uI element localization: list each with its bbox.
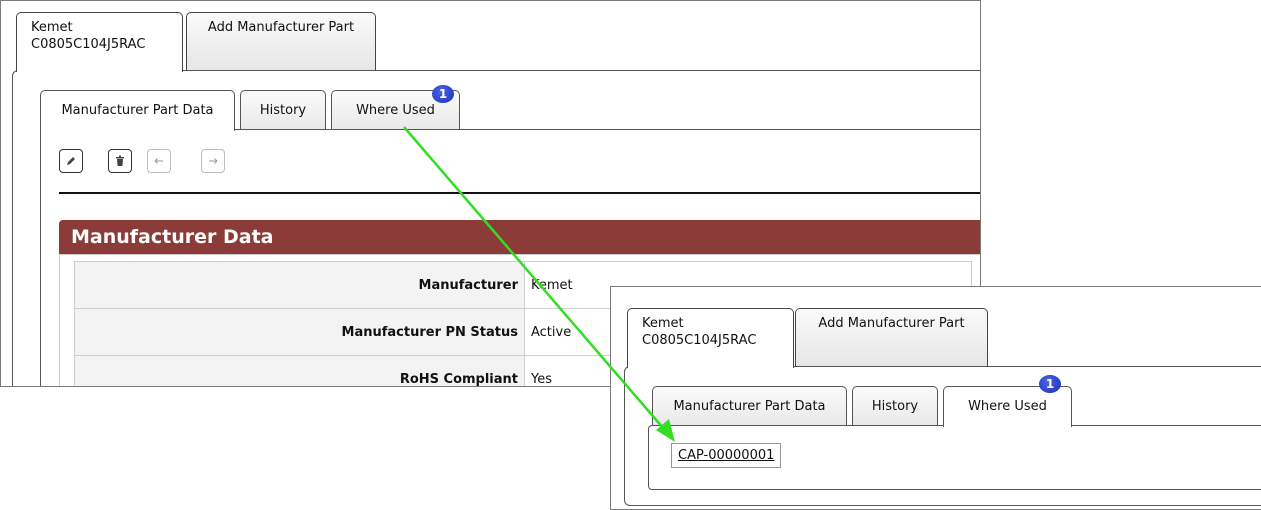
tab-where-used-label: Where Used bbox=[968, 399, 1047, 414]
tab-add-manufacturer-part[interactable]: Add Manufacturer Part bbox=[186, 12, 376, 70]
tab-manufacturer-part-data[interactable]: Manufacturer Part Data bbox=[40, 90, 235, 131]
tab-manufacturer-part-data-label: Manufacturer Part Data bbox=[61, 103, 214, 118]
tab-history-label: History bbox=[259, 103, 307, 118]
where-used-item: CAP-00000001 bbox=[671, 443, 782, 468]
tab-part-manufacturer: Kemet bbox=[31, 20, 73, 35]
tab-history-label: History bbox=[871, 399, 919, 414]
tab-part-number: C0805C104J5RAC bbox=[642, 333, 757, 348]
edit-button[interactable] bbox=[59, 149, 83, 173]
arrow-right-icon bbox=[209, 158, 218, 164]
tab-part-number: C0805C104J5RAC bbox=[31, 37, 146, 52]
where-used-link[interactable]: CAP-00000001 bbox=[678, 448, 774, 463]
next-button[interactable] bbox=[201, 149, 225, 173]
where-used-count-badge: 1 bbox=[432, 85, 454, 103]
tab-where-used-label: Where Used bbox=[356, 103, 435, 118]
where-used-count-badge: 1 bbox=[1039, 375, 1061, 393]
arrow-left-icon bbox=[154, 158, 163, 164]
field-label: Manufacturer PN Status bbox=[74, 308, 525, 356]
tab-history[interactable]: History bbox=[240, 90, 326, 129]
pencil-icon bbox=[67, 157, 75, 165]
trash-icon bbox=[116, 155, 124, 166]
delete-button[interactable] bbox=[108, 149, 132, 173]
tab-part-kemet[interactable]: Kemet C0805C104J5RAC bbox=[627, 308, 794, 368]
tab-add-manufacturer-part-label: Add Manufacturer Part bbox=[207, 20, 355, 35]
tab-part-manufacturer: Kemet bbox=[642, 316, 684, 331]
section-title: Manufacturer Data bbox=[71, 226, 274, 248]
toolbar-divider bbox=[59, 192, 980, 194]
field-label: RoHS Compliant bbox=[74, 355, 525, 386]
field-label: Manufacturer bbox=[74, 261, 525, 309]
tab-add-manufacturer-part[interactable]: Add Manufacturer Part bbox=[795, 308, 988, 366]
tab-manufacturer-part-data-label: Manufacturer Part Data bbox=[673, 399, 826, 414]
previous-button[interactable] bbox=[147, 149, 171, 173]
section-manufacturer-data: Manufacturer Data bbox=[59, 220, 980, 254]
tab-history[interactable]: History bbox=[852, 386, 938, 425]
tab-manufacturer-part-data[interactable]: Manufacturer Part Data bbox=[652, 386, 847, 425]
tab-part-kemet[interactable]: Kemet C0805C104J5RAC bbox=[16, 12, 183, 72]
where-used-screen: Kemet C0805C104J5RAC Add Manufacturer Pa… bbox=[610, 286, 1261, 510]
tab-add-manufacturer-part-label: Add Manufacturer Part bbox=[818, 316, 965, 331]
